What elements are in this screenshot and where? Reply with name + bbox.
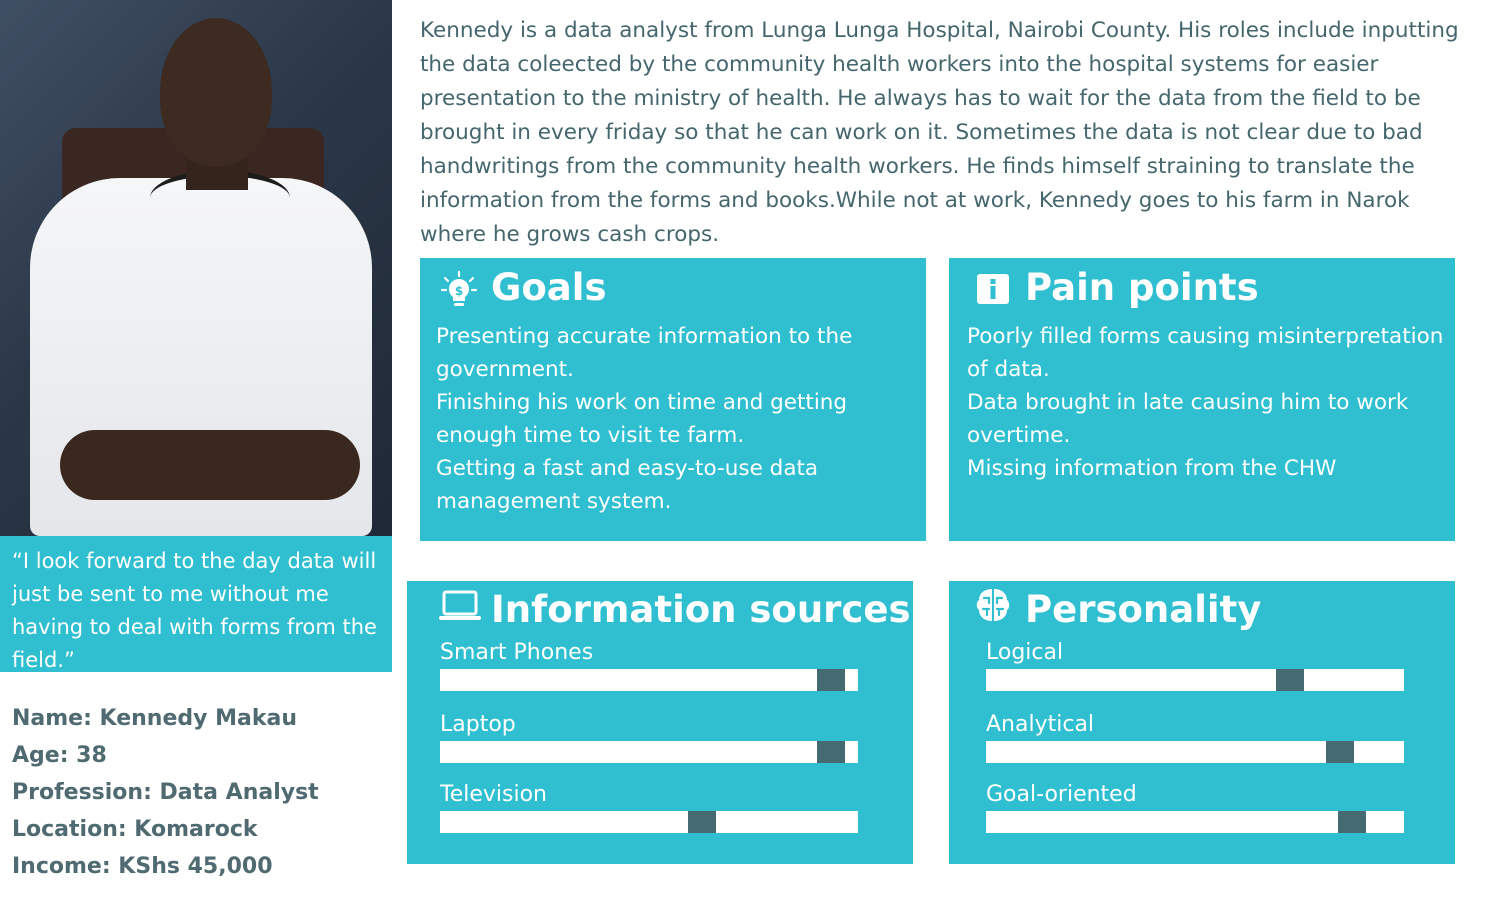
persona-bio: Kennedy is a data analyst from Lunga Lun… (420, 18, 1459, 247)
lightbulb-dollar-icon: $ (440, 270, 478, 313)
meter-knob (688, 811, 716, 833)
info-icon (977, 274, 1009, 308)
fact-profession: Profession: Data Analyst (12, 780, 319, 805)
meter-knob (1326, 741, 1354, 763)
pain-point-item: Data brought in late causing him to work… (967, 390, 1409, 448)
persona-quote: “I look forward to the day data will jus… (0, 536, 392, 672)
source-label-laptop: Laptop (440, 712, 516, 737)
source-meter-smart-phones (440, 669, 858, 691)
pain-point-item: Poorly filled forms causing misinterpret… (967, 324, 1444, 382)
laptop-icon (439, 590, 481, 626)
goals-title: Goals (491, 266, 607, 309)
meter-knob (1338, 811, 1366, 833)
brain-icon (975, 587, 1011, 627)
goals-list: Presenting accurate information to the g… (436, 320, 916, 518)
persona-photo (0, 0, 392, 536)
meter-knob (817, 669, 845, 691)
hands-shape (60, 430, 360, 500)
goals-card: $ Goals Presenting accurate information … (420, 258, 926, 541)
trait-meter-analytical (986, 741, 1404, 763)
source-meter-laptop (440, 741, 858, 763)
information-sources-title: Information sources (491, 588, 911, 631)
pain-points-list: Poorly filled forms causing misinterpret… (967, 320, 1447, 485)
personality-card: Personality Logical Analytical Goal-orie… (949, 581, 1455, 864)
pain-point-item: Missing information from the CHW (967, 456, 1337, 481)
meter-knob (817, 741, 845, 763)
fact-name: Name: Kennedy Makau (12, 706, 298, 731)
goal-item: Presenting accurate information to the g… (436, 324, 853, 382)
pain-points-card: Pain points Poorly filled forms causing … (949, 258, 1455, 541)
pain-points-title: Pain points (1025, 266, 1259, 309)
trait-label-logical: Logical (986, 640, 1064, 665)
trait-label-goal-oriented: Goal-oriented (986, 782, 1137, 807)
personality-title: Personality (1025, 588, 1262, 631)
svg-text:$: $ (455, 284, 463, 298)
source-label-smart-phones: Smart Phones (440, 640, 594, 665)
persona-facts: Name: Kennedy Makau Age: 38 Profession: … (12, 700, 319, 885)
fact-location: Location: Komarock (12, 817, 258, 842)
goal-item: Finishing his work on time and getting e… (436, 390, 848, 448)
fact-age: Age: 38 (12, 743, 107, 768)
information-sources-card: Information sources Smart Phones Laptop … (407, 581, 913, 864)
trait-meter-goal-oriented (986, 811, 1404, 833)
meter-knob (1276, 669, 1304, 691)
source-label-television: Television (440, 782, 547, 807)
trait-meter-logical (986, 669, 1404, 691)
source-meter-television (440, 811, 858, 833)
goal-item: Getting a fast and easy-to-use data mana… (436, 456, 819, 514)
head-shape (160, 18, 272, 166)
fact-income: Income: KShs 45,000 (12, 854, 273, 879)
trait-label-analytical: Analytical (986, 712, 1095, 737)
